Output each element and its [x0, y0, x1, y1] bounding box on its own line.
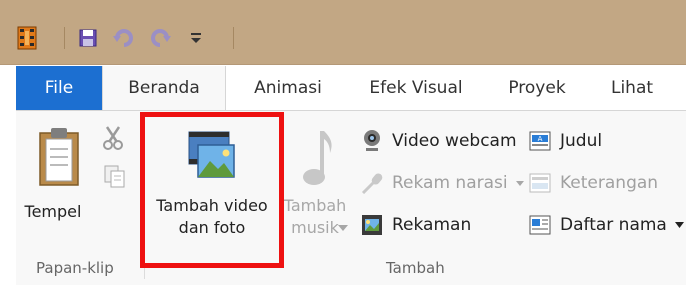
caption-label: Keterangan	[560, 173, 659, 193]
chevron-down-icon	[338, 225, 348, 231]
ribbon-tabs: File Beranda Animasi Efek Visual Proyek …	[16, 66, 686, 110]
record-narration-button[interactable]: Rekam narasi	[360, 171, 524, 195]
chevron-down-icon	[515, 180, 524, 186]
customize-toolbar-icon[interactable]	[185, 27, 207, 49]
snapshot-button[interactable]: Rekaman	[360, 213, 471, 237]
tab-lihat[interactable]: Lihat	[592, 66, 672, 110]
chevron-down-icon	[674, 222, 684, 228]
title-button[interactable]: A Judul	[528, 129, 602, 153]
add-music-label: Tambah musik	[283, 196, 347, 237]
toolbar-separator	[64, 27, 65, 49]
tab-animasi[interactable]: Animasi	[242, 66, 334, 110]
credits-button[interactable]: Daftar nama	[528, 213, 684, 237]
caption-icon	[528, 171, 552, 195]
music-note-icon	[303, 131, 332, 185]
title-icon: A	[528, 129, 552, 153]
snapshot-icon	[360, 213, 384, 237]
clipboard-group-label: Papan-klip	[36, 259, 114, 277]
record-narration-label: Rekam narasi	[392, 173, 508, 193]
title-label: Judul	[560, 131, 603, 151]
caption-button[interactable]: Keterangan	[528, 171, 658, 195]
paste-icon	[39, 128, 79, 186]
quick-access-toolbar	[16, 18, 246, 58]
undo-icon[interactable]	[113, 27, 135, 49]
add-music-button[interactable]: Tambah musik	[278, 117, 352, 241]
title-bar	[0, 0, 686, 65]
ribbon-panel: Tempel Papan-klip Tambah video dan foto	[16, 110, 686, 285]
highlight-box	[140, 112, 284, 268]
paste-button[interactable]: Tempel	[22, 117, 92, 233]
microphone-icon	[360, 171, 384, 195]
video-webcam-button[interactable]: Video webcam	[360, 129, 517, 153]
video-webcam-label: Video webcam	[392, 131, 517, 151]
snapshot-label: Rekaman	[392, 215, 472, 235]
credits-label: Daftar nama	[560, 215, 667, 235]
tab-efek-visual[interactable]: Efek Visual	[356, 66, 476, 110]
toolbar-separator-end	[233, 27, 234, 49]
tab-beranda[interactable]: Beranda	[102, 66, 226, 110]
movie-maker-icon[interactable]	[16, 26, 38, 50]
redo-icon[interactable]	[149, 27, 171, 49]
add-group-label: Tambah	[386, 259, 445, 277]
credits-icon	[528, 213, 552, 237]
paste-label: Tempel	[24, 202, 82, 221]
tab-proyek[interactable]: Proyek	[492, 66, 582, 110]
tab-file[interactable]: File	[16, 66, 102, 110]
webcam-icon	[360, 129, 384, 153]
save-icon[interactable]	[77, 27, 99, 49]
copy-icon[interactable]	[104, 165, 126, 189]
cut-icon[interactable]	[102, 125, 124, 151]
svg-text:A: A	[538, 135, 543, 143]
